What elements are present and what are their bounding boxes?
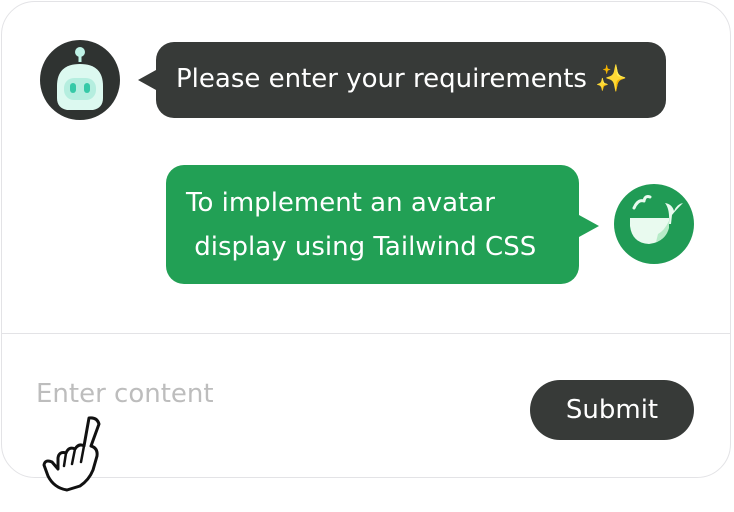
hand-pointer-icon xyxy=(40,412,106,494)
user-message: To implement an avatar display using Tai… xyxy=(166,165,599,284)
whale-avatar-icon xyxy=(614,184,694,264)
assistant-message: Please enter your requirements ✨ xyxy=(138,42,666,118)
robot-avatar-icon xyxy=(40,40,120,120)
content-input[interactable] xyxy=(36,374,456,414)
composer-divider xyxy=(1,333,731,334)
submit-button[interactable]: Submit xyxy=(530,380,694,440)
